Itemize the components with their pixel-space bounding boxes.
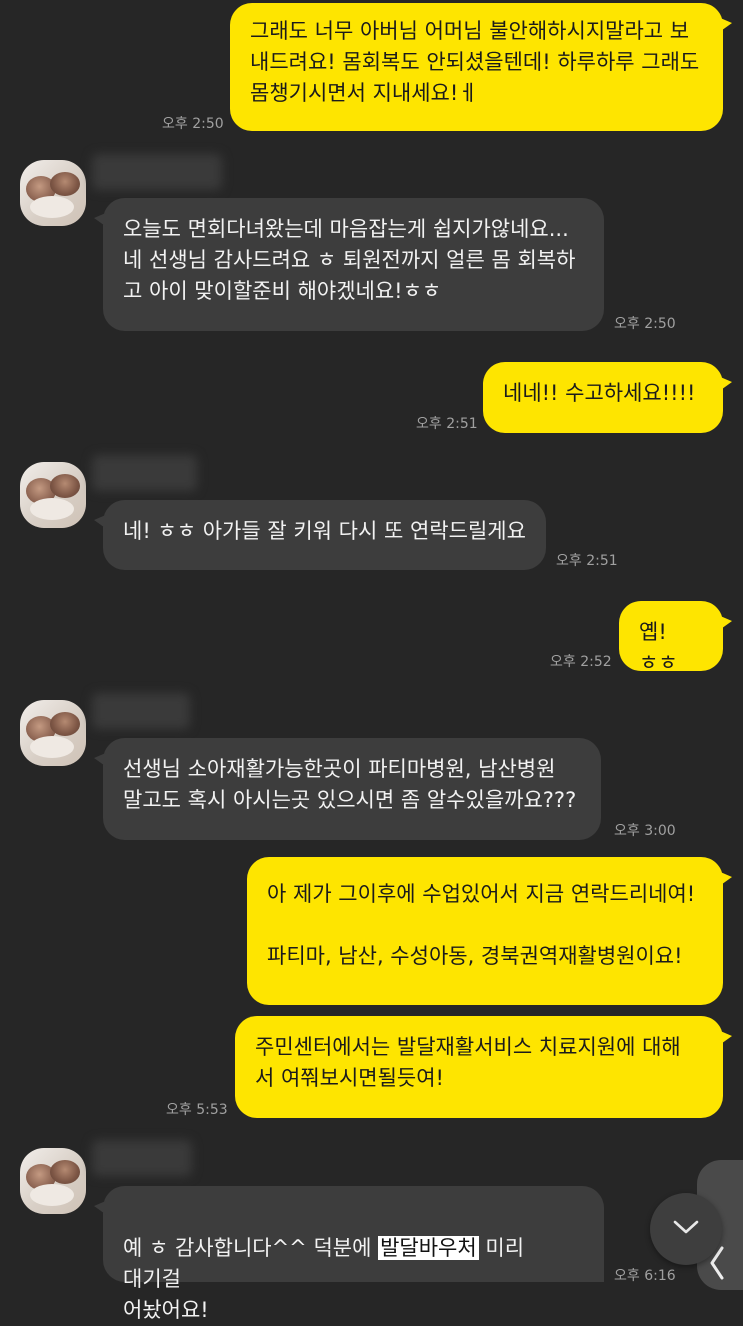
my-message-bubble[interactable]: 네네!! 수고하세요!!!! (483, 362, 732, 433)
message-time: 오후 5:53 (166, 1102, 228, 1118)
contact-avatar[interactable] (20, 462, 86, 528)
their-message-bubble[interactable]: 네! ㅎㅎ 아가들 잘 키워 다시 또 연락드릴게요 (94, 500, 546, 570)
my-message-bubble[interactable]: 주민센터에서는 발달재활서비스 치료지원에 대해 서 여쭤보시면될듯여! (235, 1016, 732, 1118)
contact-avatar[interactable] (20, 1148, 86, 1214)
contact-avatar[interactable] (20, 160, 86, 226)
message-time: 오후 3:00 (614, 823, 676, 839)
their-message-bubble[interactable]: 예 ㅎ 감사합니다^^ 덕분에 발달바우처 미리 대기걸 어놨어요! (94, 1186, 604, 1322)
message-time: 오후 2:51 (556, 553, 618, 569)
message-time: 오후 2:51 (416, 416, 478, 432)
their-message-bubble[interactable]: 오늘도 면회다녀왔는데 마음잡는게 쉽지가않네요... 네 선생님 감사드려요 … (94, 198, 604, 331)
highlighted-text: 발달바우처 (378, 1236, 479, 1260)
chat-room[interactable]: 그래도 너무 아버님 어머님 불안해하시지말라고 보 내드려요! 몸회복도 안되… (0, 0, 743, 1322)
message-time: 오후 2:50 (162, 116, 224, 132)
contact-name-blurred (92, 154, 222, 190)
chevron-down-icon (673, 1219, 699, 1239)
message-time: 오후 6:16 (614, 1268, 676, 1284)
contact-name-blurred (92, 1140, 192, 1176)
contact-avatar[interactable] (20, 700, 86, 766)
their-message-bubble[interactable]: 선생님 소아재활가능한곳이 파티마병원, 남산병원 말고도 혹시 아시는곳 있으… (94, 738, 601, 840)
contact-name-blurred (92, 693, 190, 729)
message-time: 오후 2:52 (550, 654, 612, 670)
my-message-bubble[interactable]: 그래도 너무 아버님 어머님 불안해하시지말라고 보 내드려요! 몸회복도 안되… (230, 3, 732, 131)
scroll-to-bottom-button[interactable] (650, 1193, 722, 1265)
contact-name-blurred (92, 455, 197, 491)
message-time: 오후 2:50 (614, 316, 676, 332)
message-text: 예 ㅎ 감사합니다^^ 덕분에 (123, 1236, 379, 1260)
my-message-bubble[interactable]: 아 제가 그이후에 수업있어서 지금 연락드리네여! 파티마, 남산, 수성아동… (247, 857, 732, 1005)
my-message-bubble[interactable]: 옙! ㅎㅎ (619, 601, 732, 675)
